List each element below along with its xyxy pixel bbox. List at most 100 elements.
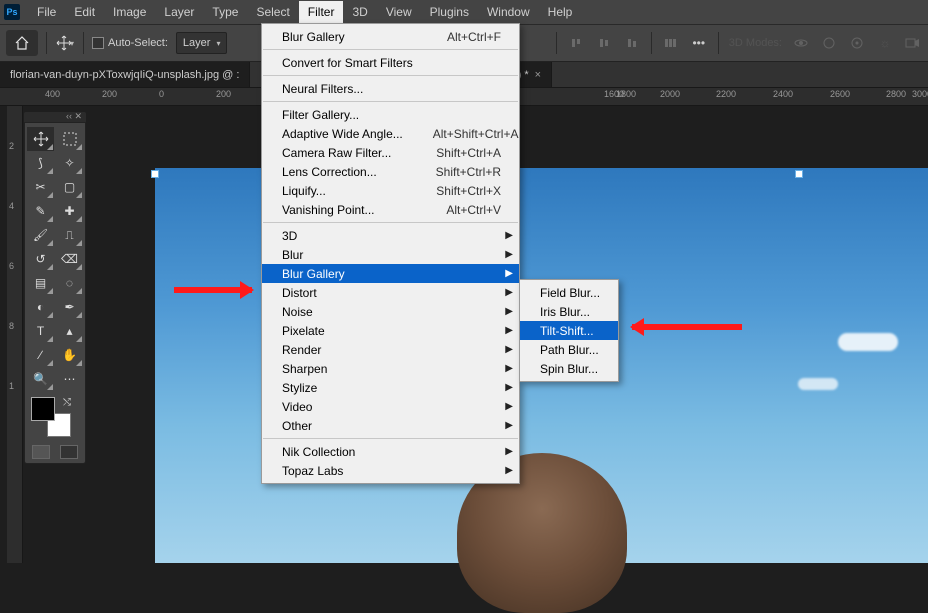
eyedropper-tool[interactable]: ✎ <box>27 199 54 223</box>
healing-brush-tool[interactable]: ✚ <box>56 199 83 223</box>
zoom-tool[interactable]: 🔍 <box>27 367 54 391</box>
clone-stamp-tool[interactable]: ⎍ <box>56 223 83 247</box>
menu-item-label: Camera Raw Filter... <box>282 146 391 160</box>
menu-item-spin-blur[interactable]: Spin Blur... <box>520 359 618 378</box>
submenu-arrow-icon: ▶ <box>505 306 513 317</box>
menu-item-vanishing-point[interactable]: Vanishing Point...Alt+Ctrl+V <box>262 200 519 219</box>
menu-item-pixelate[interactable]: Pixelate▶ <box>262 321 519 340</box>
marquee-tool[interactable] <box>56 127 83 151</box>
auto-select-checkbox[interactable]: Auto-Select: <box>92 37 168 49</box>
frame-tool[interactable]: ▢ <box>56 175 83 199</box>
menu-window[interactable]: Window <box>478 1 539 23</box>
menu-3d[interactable]: 3D <box>343 1 376 23</box>
menu-item-filter-gallery[interactable]: Filter Gallery... <box>262 105 519 124</box>
menu-help[interactable]: Help <box>539 1 582 23</box>
menu-image[interactable]: Image <box>104 1 155 23</box>
eraser-tool[interactable]: ⌫ <box>56 247 83 271</box>
menu-item-label: Path Blur... <box>540 343 599 357</box>
home-button[interactable] <box>6 30 38 56</box>
more-icon[interactable]: ••• <box>690 35 708 51</box>
menu-filter[interactable]: Filter <box>299 1 344 23</box>
menu-item-noise[interactable]: Noise▶ <box>262 302 519 321</box>
close-icon[interactable]: × <box>535 69 541 81</box>
blur-tool[interactable]: ◌ <box>56 271 83 295</box>
layer-combo[interactable]: Layer ▾ <box>176 32 228 54</box>
ruler-tick: 2600 <box>830 89 850 99</box>
move-icon[interactable]: ▾ <box>55 33 75 53</box>
tab-title: florian-van-duyn-pXToxwjqIiQ-unsplash.jp… <box>10 69 239 81</box>
menu-item-lens-correction[interactable]: Lens Correction...Shift+Ctrl+R <box>262 162 519 181</box>
menu-plugins[interactable]: Plugins <box>421 1 478 23</box>
menu-item-camera-raw-filter[interactable]: Camera Raw Filter...Shift+Ctrl+A <box>262 143 519 162</box>
menu-select[interactable]: Select <box>247 1 298 23</box>
flyout-indicator-icon <box>76 360 82 366</box>
flyout-indicator-icon <box>76 288 82 294</box>
menu-item-field-blur[interactable]: Field Blur... <box>520 283 618 302</box>
3d-orbit-icon[interactable] <box>792 35 810 51</box>
menu-item-3d[interactable]: 3D▶ <box>262 226 519 245</box>
lasso-tool[interactable]: ⟆ <box>27 151 54 175</box>
menu-item-label: Other <box>282 419 312 433</box>
3d-pan-icon[interactable] <box>820 35 838 51</box>
menu-item-adaptive-wide-angle[interactable]: Adaptive Wide Angle...Alt+Shift+Ctrl+A <box>262 124 519 143</box>
menu-item-tilt-shift[interactable]: Tilt-Shift... <box>520 321 618 340</box>
align-vcenter-icon[interactable] <box>595 35 613 51</box>
menu-item-label: Vanishing Point... <box>282 203 375 217</box>
menu-item-video[interactable]: Video▶ <box>262 397 519 416</box>
quick-mask-icon[interactable] <box>32 445 50 459</box>
menu-item-path-blur[interactable]: Path Blur... <box>520 340 618 359</box>
document-tab-1[interactable]: florian-van-duyn-pXToxwjqIiQ-unsplash.jp… <box>0 62 250 87</box>
collapse-icon[interactable]: ‹‹ ✕ <box>66 112 82 122</box>
move-tool[interactable] <box>27 127 54 151</box>
menu-layer[interactable]: Layer <box>155 1 203 23</box>
menu-item-label: Sharpen <box>282 362 327 376</box>
menu-view[interactable]: View <box>377 1 421 23</box>
dodge-tool[interactable]: ◐ <box>27 295 54 319</box>
crop-tool[interactable]: ✂ <box>27 175 54 199</box>
menu-item-render[interactable]: Render▶ <box>262 340 519 359</box>
ruler-vertical[interactable]: 24681 <box>7 106 23 563</box>
history-brush-tool[interactable]: ↺ <box>27 247 54 271</box>
menu-item-other[interactable]: Other▶ <box>262 416 519 435</box>
brush-tool[interactable]: 🖌 <box>27 223 54 247</box>
color-swatches[interactable]: ⤭ <box>31 397 71 437</box>
menu-item-convert-for-smart-filters[interactable]: Convert for Smart Filters <box>262 53 519 72</box>
menu-item-liquify[interactable]: Liquify...Shift+Ctrl+X <box>262 181 519 200</box>
pen-tool[interactable]: ✒ <box>56 295 83 319</box>
menu-item-nik-collection[interactable]: Nik Collection▶ <box>262 442 519 461</box>
panel-tabbar[interactable]: ‹‹ ✕ <box>24 112 86 122</box>
menu-item-distort[interactable]: Distort▶ <box>262 283 519 302</box>
transform-handle[interactable] <box>795 170 803 178</box>
path-selection-tool[interactable]: ▴ <box>56 319 83 343</box>
menu-item-blur-gallery[interactable]: Blur GalleryAlt+Ctrl+F <box>262 27 519 46</box>
menu-file[interactable]: File <box>28 1 65 23</box>
checkbox-box <box>92 37 104 49</box>
menu-type[interactable]: Type <box>203 1 247 23</box>
menu-item-neural-filters[interactable]: Neural Filters... <box>262 79 519 98</box>
menu-item-sharpen[interactable]: Sharpen▶ <box>262 359 519 378</box>
menu-edit[interactable]: Edit <box>65 1 104 23</box>
menu-item-stylize[interactable]: Stylize▶ <box>262 378 519 397</box>
menu-item-blur-gallery[interactable]: Blur Gallery▶ <box>262 264 519 283</box>
line-tool[interactable]: ∕ <box>27 343 54 367</box>
transform-handle[interactable] <box>151 170 159 178</box>
divider <box>651 32 652 54</box>
distribute-icon[interactable] <box>662 35 680 51</box>
foreground-color-swatch[interactable] <box>31 397 55 421</box>
swap-colors-icon[interactable]: ⤭ <box>63 397 71 408</box>
3d-light-icon[interactable]: ☼ <box>876 35 894 51</box>
screen-mode-icon[interactable] <box>60 445 78 459</box>
3d-camera-icon[interactable] <box>904 35 922 51</box>
menu-item-iris-blur[interactable]: Iris Blur... <box>520 302 618 321</box>
menu-item-blur[interactable]: Blur▶ <box>262 245 519 264</box>
flyout-indicator-icon <box>76 144 82 150</box>
hand-tool[interactable]: ✋ <box>56 343 83 367</box>
edit-toolbar[interactable]: ⋯ <box>56 367 83 391</box>
align-bottom-icon[interactable] <box>623 35 641 51</box>
3d-slide-icon[interactable] <box>848 35 866 51</box>
type-tool[interactable]: T <box>27 319 54 343</box>
align-top-icon[interactable] <box>567 35 585 51</box>
menu-item-topaz-labs[interactable]: Topaz Labs▶ <box>262 461 519 480</box>
magic-wand-tool[interactable]: ✧ <box>56 151 83 175</box>
gradient-tool[interactable]: ▤ <box>27 271 54 295</box>
